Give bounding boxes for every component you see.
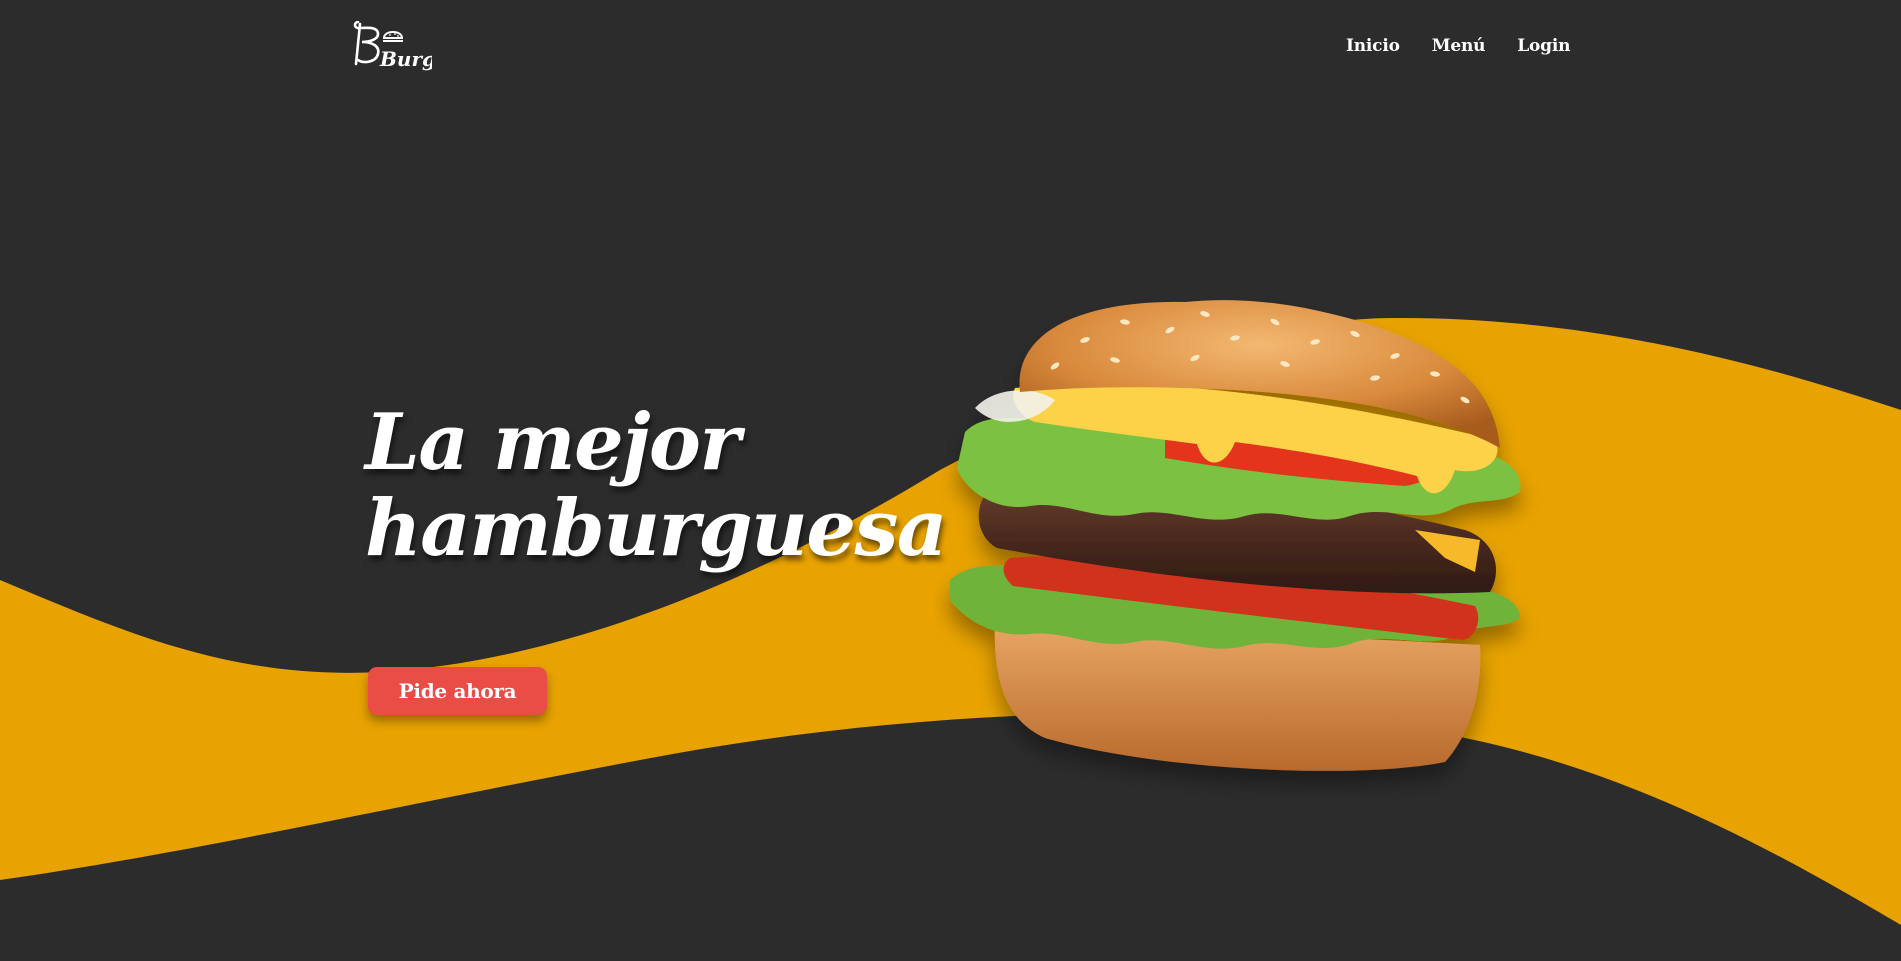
hero-title-line1: La mejor — [365, 397, 741, 488]
hero-title: La mejor hamburguesa — [365, 397, 947, 574]
burger-logo[interactable]: Burger — [350, 16, 432, 80]
hamburger-image — [950, 300, 1521, 771]
order-now-button[interactable]: Pide ahora — [368, 667, 547, 715]
main-nav: Inicio Menú Login — [1346, 36, 1570, 56]
nav-menu[interactable]: Menú — [1432, 36, 1486, 56]
logo-text: Burger — [379, 47, 432, 71]
hero-title-line2: hamburguesa — [365, 483, 947, 574]
nav-inicio[interactable]: Inicio — [1346, 36, 1400, 56]
landing-page: Burger Inicio Menú Login La mejor hambur… — [0, 0, 1901, 961]
nav-login[interactable]: Login — [1517, 36, 1570, 56]
